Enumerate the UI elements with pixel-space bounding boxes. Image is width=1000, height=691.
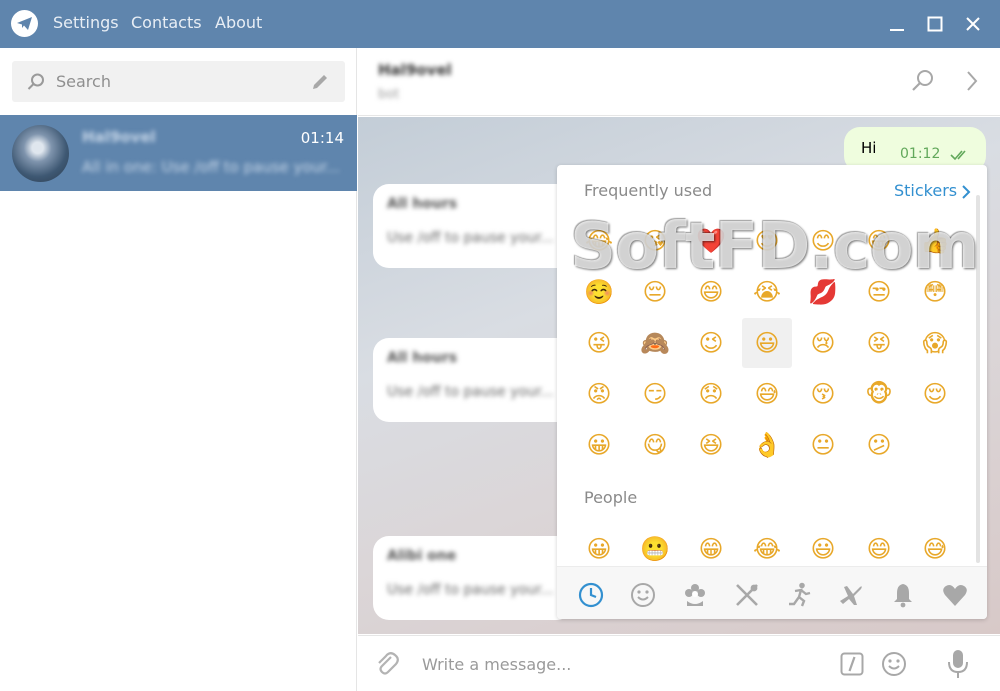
stickers-link[interactable]: Stickers	[894, 181, 957, 200]
message-title: Alibi one	[387, 548, 457, 564]
airplane-icon	[840, 586, 862, 605]
heart-icon	[943, 585, 967, 606]
message-text: Use /off to pause your...	[387, 230, 554, 246]
message-title: All hours	[387, 350, 458, 366]
emoji-button[interactable]: 🐵	[854, 369, 904, 419]
chat-name: Hal9ovel	[82, 128, 156, 146]
incoming-message[interactable]: All hours Use /off to pause your...	[373, 184, 573, 268]
message-title: All hours	[387, 196, 458, 212]
emoji-button[interactable]: 👌	[742, 420, 792, 470]
emoji-button[interactable]: 😚	[798, 369, 848, 419]
title-bar: Settings Contacts About	[0, 0, 1000, 48]
emoji-button[interactable]: 🙈	[630, 318, 680, 368]
chat-time: 01:14	[300, 129, 344, 147]
menu-settings[interactable]: Settings	[53, 13, 119, 32]
clock-icon	[578, 582, 604, 608]
emoji-button[interactable]: 😅	[742, 369, 792, 419]
close-button[interactable]	[958, 9, 988, 39]
smiley-icon	[631, 583, 655, 607]
chat-header: Hal9ovel bot	[358, 48, 1000, 116]
minimize-button[interactable]	[882, 9, 912, 39]
message-input[interactable]	[422, 644, 822, 684]
emoji-button[interactable]: 😌	[910, 369, 960, 419]
emoji-button[interactable]: 😆	[686, 420, 736, 470]
emoji-button[interactable]: 😃	[742, 318, 792, 368]
tab-people[interactable]	[629, 581, 657, 609]
search-input[interactable]	[56, 61, 306, 102]
bell-icon	[894, 584, 912, 608]
emoji-button[interactable]: 😀	[574, 420, 624, 470]
emoji-toggle-icon[interactable]	[880, 650, 908, 678]
emoji-button[interactable]: 😢	[798, 318, 848, 368]
attach-icon[interactable]	[374, 651, 400, 677]
tab-activity[interactable]	[785, 581, 813, 609]
tab-food[interactable]	[733, 581, 761, 609]
emoji-button[interactable]: 😝	[854, 318, 904, 368]
compose-bar	[358, 635, 1000, 691]
emoji-button[interactable]: 😱	[910, 318, 960, 368]
emoji-button[interactable]: 😞	[686, 369, 736, 419]
menu-about[interactable]: About	[215, 13, 262, 32]
chat-list-pane: Hal9ovel 01:14 All in one: Use /off to p…	[0, 48, 357, 691]
tab-recent[interactable]	[577, 581, 605, 609]
menu-contacts[interactable]: Contacts	[131, 13, 202, 32]
cutlery-icon	[736, 584, 758, 606]
message-time: 01:12	[900, 146, 941, 162]
avatar	[12, 125, 69, 182]
chat-preview: All in one: Use /off to pause your...	[82, 158, 341, 176]
search-box	[12, 61, 345, 102]
tab-travel[interactable]	[837, 581, 865, 609]
flower-icon	[685, 584, 705, 606]
chat-search-icon[interactable]	[910, 68, 936, 94]
emoji-button[interactable]: 😜	[574, 318, 624, 368]
incoming-message[interactable]: All hours Use /off to pause your...	[373, 338, 573, 422]
incoming-message[interactable]: Alibi one Use /off to pause your...	[373, 536, 573, 620]
people-title: People	[584, 488, 638, 507]
chevron-right-icon[interactable]	[965, 70, 979, 92]
search-icon	[27, 73, 44, 90]
emoji-button[interactable]: 😋	[630, 420, 680, 470]
chat-title[interactable]: Hal9ovel	[378, 61, 452, 79]
message-text: Hi	[861, 139, 877, 157]
running-person-icon	[789, 582, 811, 607]
new-message-pencil-icon[interactable]	[310, 72, 330, 92]
emoji-button[interactable]: 😏	[630, 369, 680, 419]
emoji-category-tabs	[557, 566, 987, 619]
emoji-button[interactable]: 😉	[686, 318, 736, 368]
chat-status: bot	[378, 87, 400, 102]
tab-symbols[interactable]	[941, 581, 969, 609]
tab-nature[interactable]	[681, 581, 709, 609]
maximize-button[interactable]	[920, 9, 950, 39]
bot-command-icon[interactable]	[840, 652, 864, 676]
double-check-icon	[950, 150, 966, 161]
message-text: Use /off to pause your...	[387, 582, 554, 598]
emoji-button[interactable]: 😡	[574, 369, 624, 419]
emoji-button[interactable]: 😐	[798, 420, 848, 470]
emoji-button[interactable]: 😕	[854, 420, 904, 470]
tab-objects[interactable]	[889, 581, 917, 609]
watermark: SoftFD.com	[570, 210, 979, 284]
microphone-icon[interactable]	[947, 648, 969, 680]
frequently-used-title: Frequently used	[584, 181, 713, 200]
stickers-chevron-icon[interactable]	[961, 185, 971, 199]
message-text: Use /off to pause your...	[387, 384, 554, 400]
chat-list-item[interactable]: Hal9ovel 01:14 All in one: Use /off to p…	[0, 115, 357, 191]
telegram-logo-icon[interactable]	[11, 10, 38, 37]
